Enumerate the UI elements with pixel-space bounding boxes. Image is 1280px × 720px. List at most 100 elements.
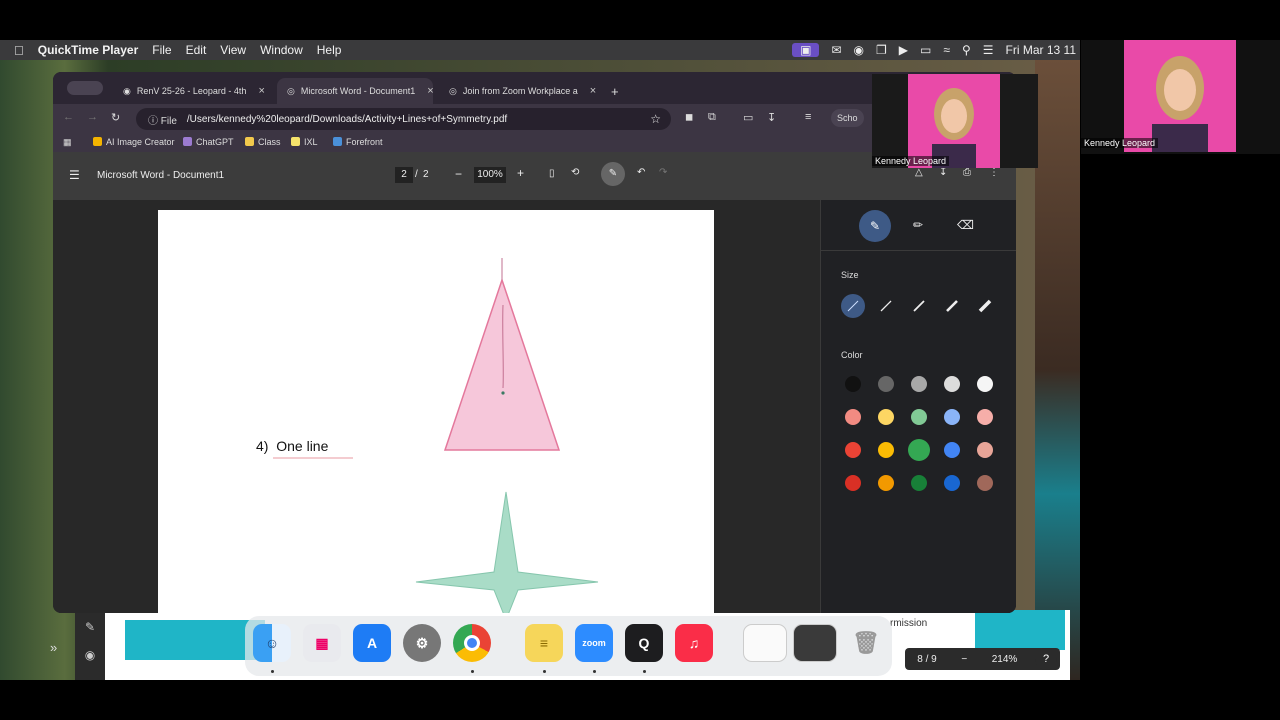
zoom-out-button[interactable]: − bbox=[961, 654, 967, 665]
color-swatch[interactable] bbox=[845, 475, 861, 491]
tab-renv[interactable]: ◉ RenV 25-26 - Leopard - 4th × bbox=[113, 78, 273, 104]
apple-icon[interactable]:  bbox=[14, 43, 24, 58]
finder-icon[interactable]: ☺ bbox=[253, 624, 291, 662]
highlighter-tool-icon[interactable]: ✏ bbox=[913, 218, 923, 232]
bookmark-star-icon[interactable]: ☆ bbox=[650, 112, 661, 126]
color-swatch[interactable] bbox=[845, 442, 861, 458]
zoom-input[interactable]: 100% bbox=[474, 167, 506, 183]
fit-page-icon[interactable]: ▯ bbox=[549, 168, 555, 179]
color-swatch[interactable] bbox=[911, 376, 927, 392]
menu-help[interactable]: Help bbox=[317, 43, 342, 57]
reload-icon[interactable]: ↻ bbox=[111, 111, 120, 124]
color-swatch[interactable] bbox=[944, 442, 960, 458]
wifi-icon[interactable]: ≈ bbox=[943, 43, 950, 57]
apps-grid-icon[interactable]: ▦ bbox=[63, 137, 72, 148]
expand-chevron-icon[interactable]: » bbox=[50, 640, 57, 655]
color-swatch[interactable] bbox=[878, 409, 894, 425]
new-tab-button[interactable]: + bbox=[601, 78, 629, 104]
zoom-out-button[interactable]: − bbox=[455, 167, 462, 181]
extension-icon[interactable]: ◼ bbox=[685, 112, 693, 123]
chrome-icon[interactable] bbox=[453, 624, 491, 662]
color-swatch[interactable] bbox=[845, 376, 861, 392]
screen-share-icon[interactable]: ▣ bbox=[792, 43, 820, 57]
music-icon[interactable]: ♫ bbox=[675, 624, 713, 662]
chrome-window-thumb-icon[interactable] bbox=[743, 624, 787, 662]
forward-icon[interactable]: → bbox=[87, 111, 98, 123]
color-swatch[interactable] bbox=[908, 439, 930, 461]
color-swatch[interactable] bbox=[878, 376, 894, 392]
bookmark-forefront[interactable]: Forefront bbox=[333, 137, 383, 147]
bookmark-chatgpt[interactable]: ChatGPT bbox=[183, 137, 234, 147]
messages-icon[interactable]: ✉ bbox=[831, 43, 841, 57]
back-icon[interactable]: ← bbox=[63, 111, 74, 123]
search-icon[interactable]: ⚲ bbox=[962, 43, 971, 57]
color-swatch[interactable] bbox=[977, 442, 993, 458]
menu-view[interactable]: View bbox=[220, 43, 246, 57]
trash-icon[interactable]: 🗑 bbox=[847, 624, 885, 662]
tab-group-chip[interactable] bbox=[67, 81, 103, 95]
color-swatch[interactable] bbox=[878, 475, 894, 491]
tab-search-icon[interactable]: ≡ bbox=[805, 111, 811, 123]
annotate-pen-icon[interactable]: ✎ bbox=[601, 162, 625, 186]
bookmark-ixl[interactable]: IXL bbox=[291, 137, 318, 147]
color-swatch[interactable] bbox=[911, 475, 927, 491]
cast-icon[interactable]: ▭ bbox=[743, 111, 753, 124]
notes-icon[interactable]: ≡ bbox=[525, 624, 563, 662]
color-swatch[interactable] bbox=[944, 475, 960, 491]
eraser-tool-icon[interactable]: ⌫ bbox=[957, 218, 974, 232]
print-icon[interactable]: ⎙ bbox=[963, 167, 971, 178]
pen-icon[interactable]: ✎ bbox=[75, 620, 105, 634]
address-bar[interactable]: ⓘ File /Users/kennedy%20leopard/Download… bbox=[136, 108, 671, 130]
participant-video-1[interactable]: Kennedy Leopard bbox=[872, 74, 1038, 168]
page-number-input[interactable]: 2 bbox=[395, 167, 413, 183]
more-options-icon[interactable]: ⋮ bbox=[989, 167, 999, 178]
color-swatch[interactable] bbox=[977, 376, 993, 392]
control-center-icon[interactable]: ☰ bbox=[983, 43, 994, 57]
tab-zoom-join[interactable]: ◎ Join from Zoom Workplace a × bbox=[439, 78, 599, 104]
chrome-window-thumb-icon[interactable] bbox=[793, 624, 837, 662]
undo-icon[interactable]: ↶ bbox=[637, 167, 645, 178]
battery-icon[interactable]: ▭ bbox=[920, 43, 931, 57]
app-menu[interactable]: QuickTime Player bbox=[38, 43, 139, 57]
clock[interactable]: Fri Mar 13 11 bbox=[1006, 43, 1076, 57]
quicktime-icon[interactable]: Q bbox=[625, 624, 663, 662]
close-tab-icon[interactable]: × bbox=[258, 85, 264, 97]
menu-window[interactable]: Window bbox=[260, 43, 303, 57]
background-window-strip bbox=[1035, 60, 1080, 680]
focus-icon[interactable]: ◉ bbox=[854, 43, 864, 57]
palette-icon[interactable]: ◉ bbox=[75, 648, 105, 662]
zoom-icon[interactable]: zoom bbox=[575, 624, 613, 662]
bookmark-class[interactable]: Class bbox=[245, 137, 281, 147]
redo-icon[interactable]: ↷ bbox=[659, 167, 667, 178]
menu-edit[interactable]: Edit bbox=[186, 43, 207, 57]
close-tab-icon[interactable]: × bbox=[590, 85, 596, 97]
play-icon[interactable]: ▶ bbox=[899, 43, 908, 57]
system-settings-icon[interactable]: ⚙ bbox=[403, 624, 441, 662]
color-swatch[interactable] bbox=[977, 475, 993, 491]
color-swatch[interactable] bbox=[944, 376, 960, 392]
color-swatch[interactable] bbox=[944, 409, 960, 425]
app-store-icon[interactable]: A bbox=[353, 624, 391, 662]
color-swatch[interactable] bbox=[911, 409, 927, 425]
tab-word-document[interactable]: ◎ Microsoft Word - Document1 × bbox=[277, 78, 434, 104]
participant-video-2[interactable]: Kennedy Leopard bbox=[1081, 40, 1280, 154]
windows-icon[interactable]: ❐ bbox=[876, 43, 887, 57]
menu-file[interactable]: File bbox=[152, 43, 171, 57]
color-swatch[interactable] bbox=[977, 409, 993, 425]
help-button[interactable]: ? bbox=[1035, 648, 1057, 670]
launchpad-icon[interactable]: ▦ bbox=[303, 624, 341, 662]
close-tab-icon[interactable]: × bbox=[427, 85, 433, 97]
zoom-in-button[interactable]: + bbox=[517, 166, 524, 180]
rotate-icon[interactable]: ⟲ bbox=[571, 167, 579, 178]
pen-tool-icon[interactable]: ✎ bbox=[859, 210, 891, 242]
download-icon[interactable]: ↧ bbox=[767, 111, 776, 124]
profile-chip[interactable]: Scho bbox=[831, 109, 864, 127]
bookmark-ai-image-creator[interactable]: AI Image Creator bbox=[93, 137, 175, 147]
menu-icon[interactable]: ☰ bbox=[69, 168, 80, 182]
color-swatch[interactable] bbox=[845, 409, 861, 425]
file-chip: ⓘ File bbox=[148, 115, 177, 127]
color-swatch[interactable] bbox=[878, 442, 894, 458]
drive-icon[interactable]: △ bbox=[915, 167, 923, 178]
puzzle-icon[interactable]: ⧉ bbox=[708, 111, 716, 124]
pdf-download-icon[interactable]: ↧ bbox=[939, 167, 947, 178]
